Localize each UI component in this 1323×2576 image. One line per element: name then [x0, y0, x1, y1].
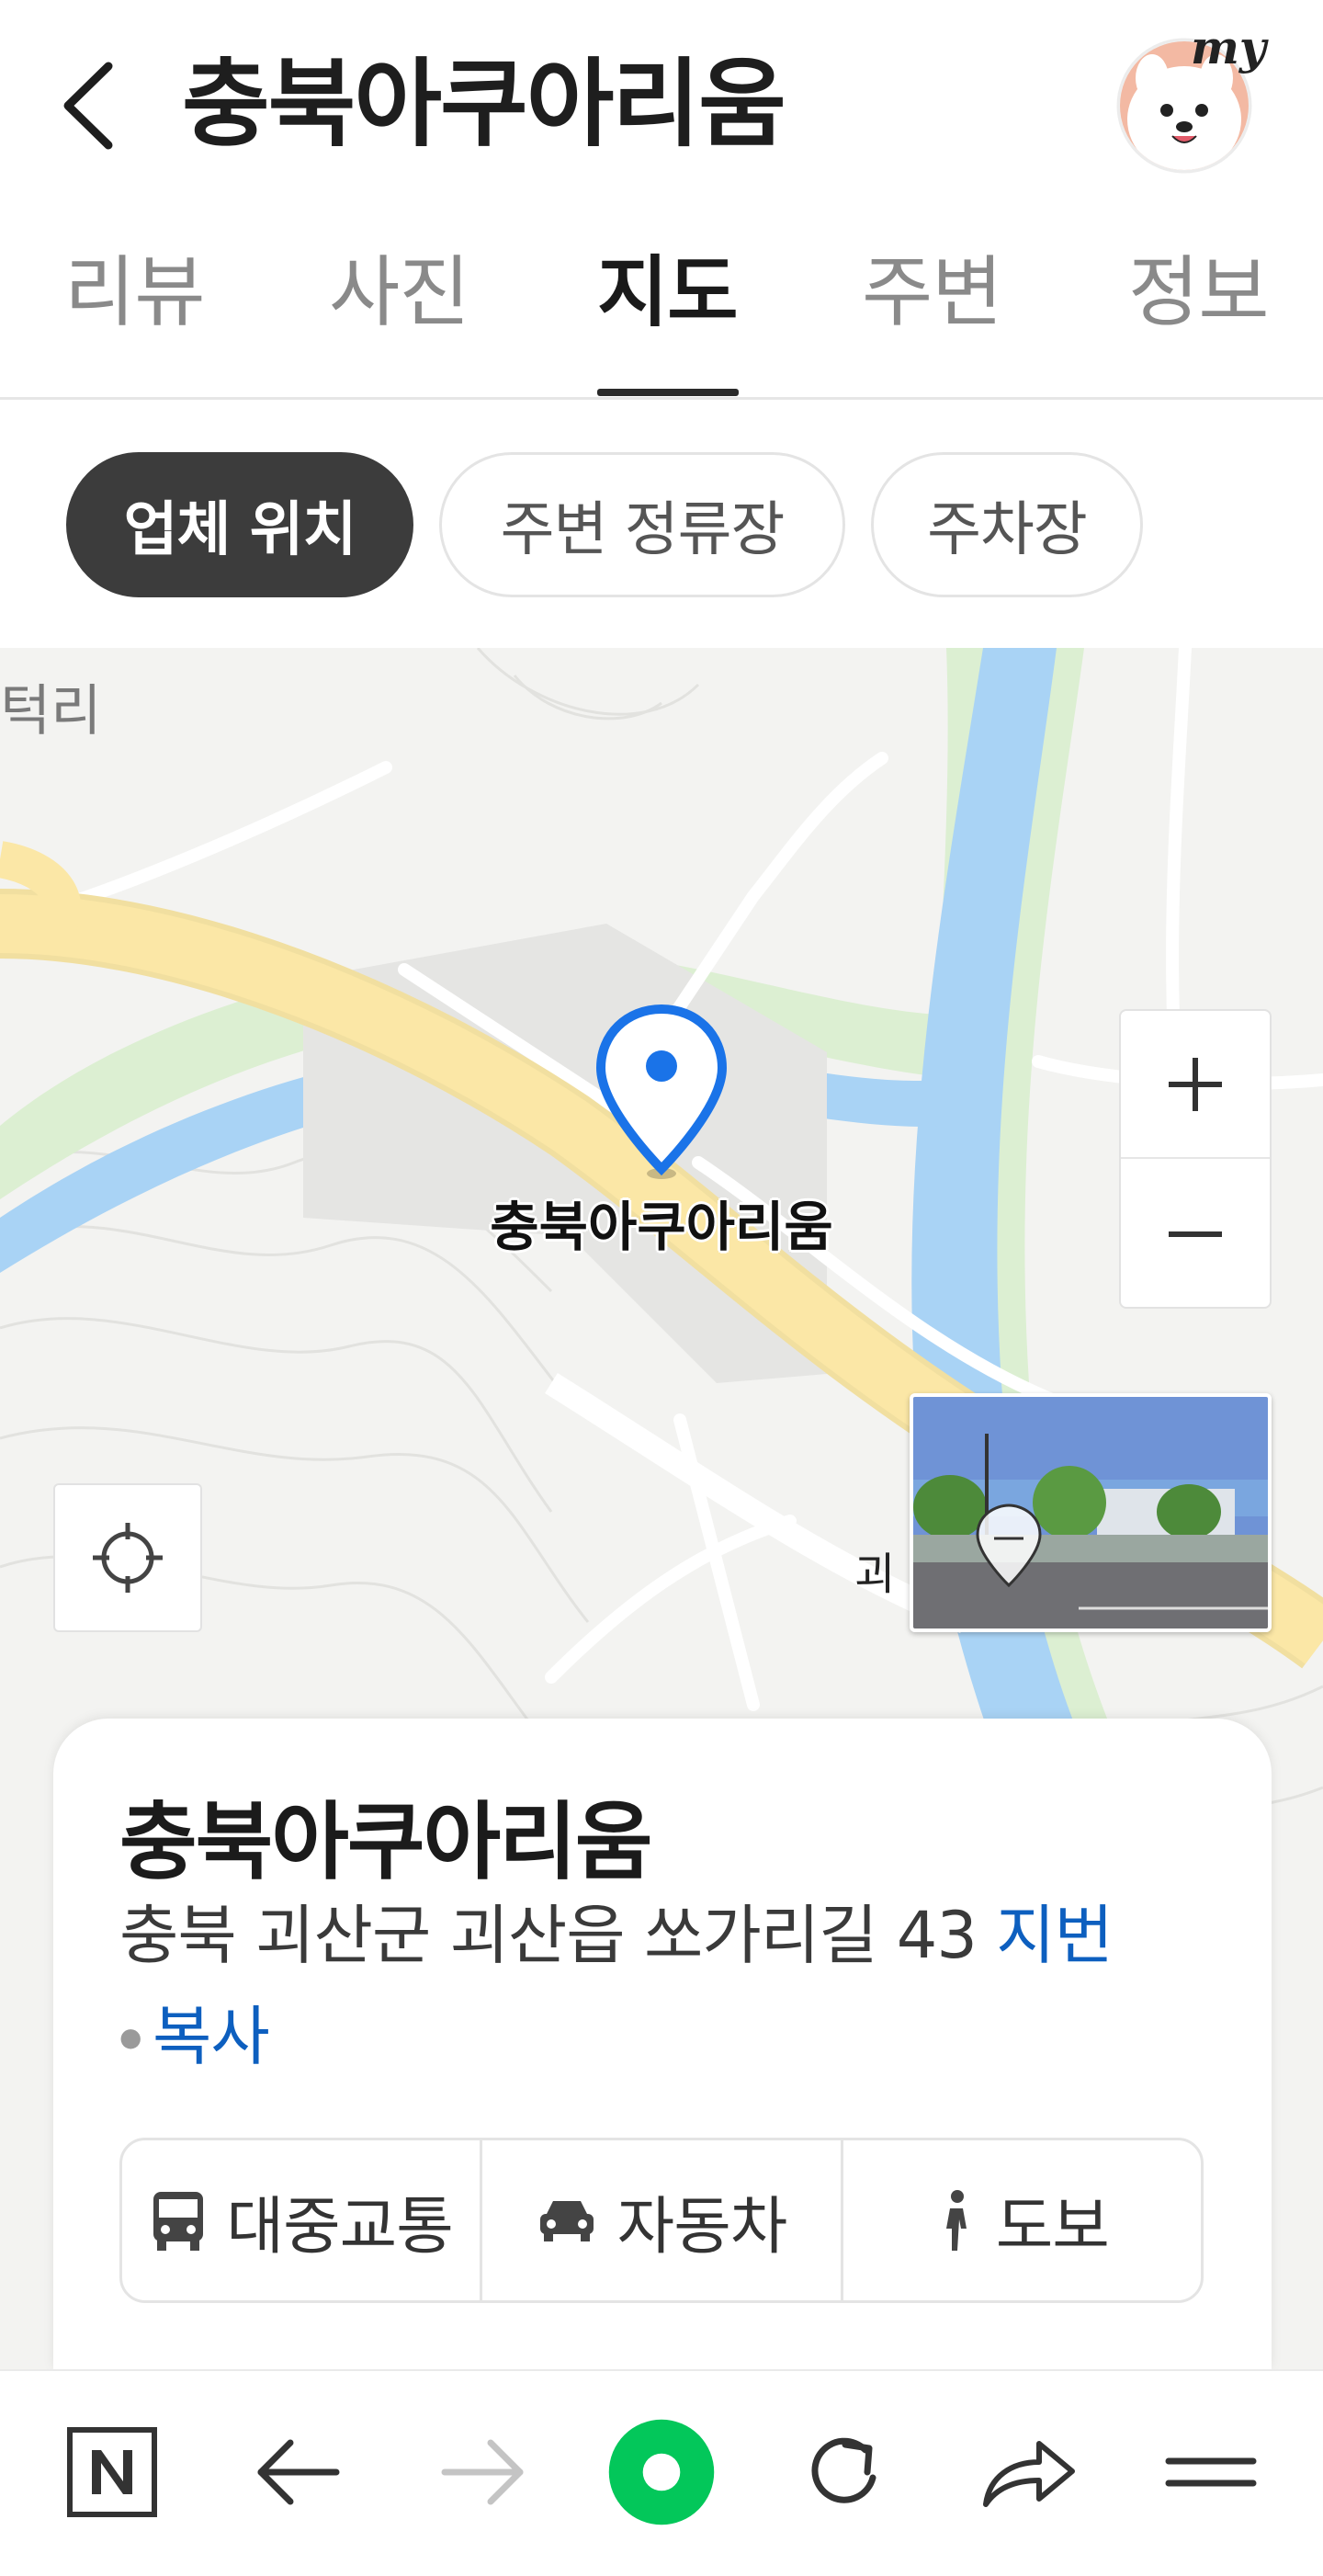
minus-icon: [1169, 1231, 1222, 1237]
street-view-thumbnail[interactable]: [910, 1393, 1272, 1632]
marker-label: 충북아쿠아리움: [490, 1196, 833, 1258]
back-button[interactable]: [55, 55, 129, 156]
tab-info[interactable]: 정보: [1128, 242, 1270, 343]
tab-photos[interactable]: 사진: [329, 242, 470, 343]
tab-bar: 리뷰 사진 지도 주변 정보: [0, 234, 1323, 400]
street-view-image: [913, 1397, 1268, 1628]
green-dot-icon: [608, 2419, 715, 2525]
place-address: 충북 괴산군 괴산읍 쏘가리길 43 지번: [119, 1893, 1222, 1978]
menu-button[interactable]: [1156, 2417, 1266, 2527]
copy-address-link[interactable]: 복사: [153, 1985, 270, 2078]
plus-icon: [1169, 1057, 1222, 1111]
route-car-label: 자동차: [616, 2190, 788, 2264]
jibun-link[interactable]: 지번: [996, 1898, 1114, 1973]
map-pin-icon: [595, 1004, 728, 1179]
route-walk-label: 도보: [995, 2190, 1110, 2264]
arrow-right-icon: [441, 2439, 524, 2505]
car-icon: [539, 2201, 594, 2241]
hamburger-menu-icon: [1165, 2457, 1257, 2487]
browser-toolbar: [0, 2369, 1323, 2576]
avatar-badge: my: [1191, 20, 1266, 74]
walk-icon: [945, 2190, 967, 2251]
naver-home-button[interactable]: [57, 2417, 167, 2527]
route-options: 대중교통 자동차 도보: [119, 2138, 1204, 2303]
zoom-controls: [1119, 1009, 1272, 1309]
crosshair-icon: [93, 1523, 163, 1593]
naver-green-dot-button[interactable]: [606, 2417, 717, 2527]
chevron-left-icon: [63, 62, 113, 150]
browser-back-button[interactable]: [243, 2417, 353, 2527]
current-location-button[interactable]: [53, 1483, 202, 1632]
refresh-icon: [811, 2437, 876, 2503]
arrow-left-icon: [257, 2439, 340, 2505]
route-transit-button[interactable]: 대중교통: [122, 2140, 480, 2300]
route-walk-button[interactable]: 도보: [840, 2140, 1201, 2300]
zoom-in-button[interactable]: [1121, 1011, 1270, 1159]
bus-icon: [153, 2192, 203, 2251]
tab-reviews[interactable]: 리뷰: [64, 242, 206, 343]
active-tab-indicator: [597, 389, 739, 396]
map-village-label: 턱리: [0, 679, 102, 743]
map-town-label: 괴: [854, 1549, 896, 1600]
browser-forward-button[interactable]: [428, 2417, 538, 2527]
route-transit-label: 대중교통: [226, 2190, 454, 2264]
reload-button[interactable]: [790, 2417, 900, 2527]
route-car-button[interactable]: 자동차: [480, 2140, 840, 2300]
tab-map[interactable]: 지도: [597, 242, 739, 343]
chip-business-location[interactable]: 업체 위치: [66, 452, 413, 597]
chip-parking[interactable]: 주차장: [871, 452, 1143, 597]
separator-dot: ●: [119, 2022, 142, 2052]
tab-nearby[interactable]: 주변: [862, 242, 1003, 343]
header: 충북아쿠아리움 my: [0, 0, 1323, 207]
address-text: 충북 괴산군 괴산읍 쏘가리길 43: [119, 1898, 978, 1973]
place-title: 충북아쿠아리움: [119, 1793, 652, 1891]
share-arrow-icon: [983, 2441, 1075, 2507]
place-card: 충북아쿠아리움 충북 괴산군 괴산읍 쏘가리길 43 지번 ● 복사 대중교통: [53, 1719, 1272, 2369]
zoom-out-button[interactable]: [1121, 1160, 1270, 1308]
location-marker[interactable]: [594, 1002, 729, 1181]
naver-n-icon: [67, 2427, 157, 2517]
page-title: 충북아쿠아리움: [182, 48, 786, 160]
share-button[interactable]: [974, 2417, 1084, 2527]
chip-nearby-stops[interactable]: 주변 정류장: [439, 452, 845, 597]
